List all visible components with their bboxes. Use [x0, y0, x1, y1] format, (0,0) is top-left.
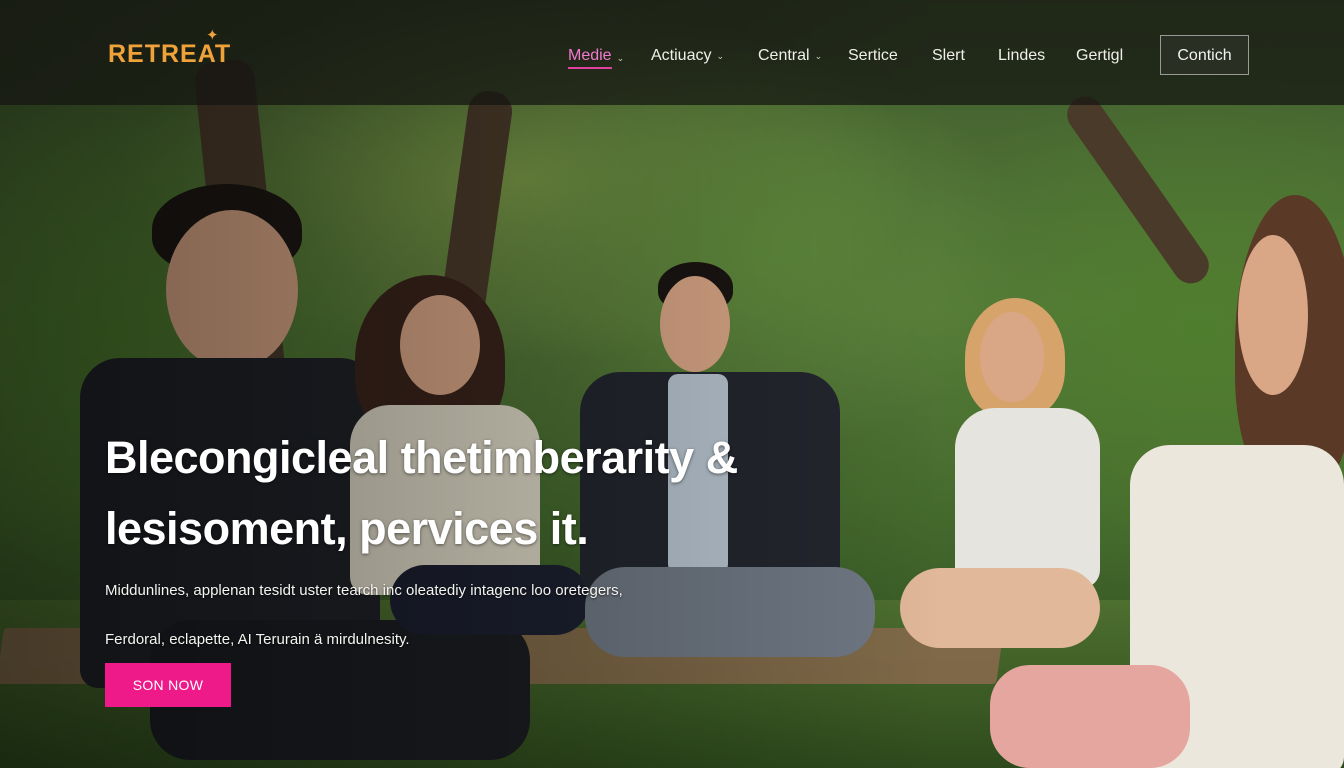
nav-item-central[interactable]: Central ⌄ — [758, 47, 822, 65]
nav-item-label: Medie — [568, 47, 612, 69]
nav-item-actiuacy[interactable]: Actiuacy ⌄ — [651, 47, 724, 65]
nav-item-label: Slert — [932, 47, 965, 64]
bird-logo-icon: ✦ — [206, 27, 219, 44]
hero-subtext-line-1: Middunlines, applenan tesidt uster tearc… — [105, 582, 623, 599]
text-contrast-overlay — [0, 0, 1344, 768]
nav-item-label: Central — [758, 47, 810, 64]
join-now-button[interactable]: SON NOW — [105, 663, 231, 707]
chevron-down-icon: ⌄ — [814, 50, 823, 61]
top-navigation-bar: RETREAT ✦ Medie ⌄ Actiuacy ⌄ Central ⌄ S… — [0, 0, 1344, 105]
nav-item-label: Sertice — [848, 47, 898, 64]
nav-item-lindes[interactable]: Lindes — [998, 47, 1045, 65]
nav-item-label: Actiuacy — [651, 47, 712, 64]
hero-headline-line-2: lesisoment, pervices it. — [105, 503, 589, 554]
nav-item-sertice[interactable]: Sertice — [848, 47, 898, 65]
hero-subtext-line-2: Ferdoral, eclapette, AI Terurain ä mirdu… — [105, 631, 410, 648]
contact-button[interactable]: Contich — [1160, 35, 1249, 75]
nav-item-slert[interactable]: Slert — [932, 47, 965, 65]
nav-item-gertigl[interactable]: Gertigl — [1076, 47, 1123, 65]
hero-headline-line-1: Blecongicleal thetimberarity & — [105, 432, 738, 483]
nav-item-label: Gertigl — [1076, 47, 1124, 64]
chevron-down-icon: ⌄ — [616, 52, 625, 63]
brand-logo[interactable]: RETREAT — [108, 40, 231, 69]
nav-item-medie[interactable]: Medie ⌄ — [568, 47, 624, 69]
nav-item-label: Lindes — [998, 47, 1046, 64]
chevron-down-icon: ⌄ — [716, 50, 725, 61]
